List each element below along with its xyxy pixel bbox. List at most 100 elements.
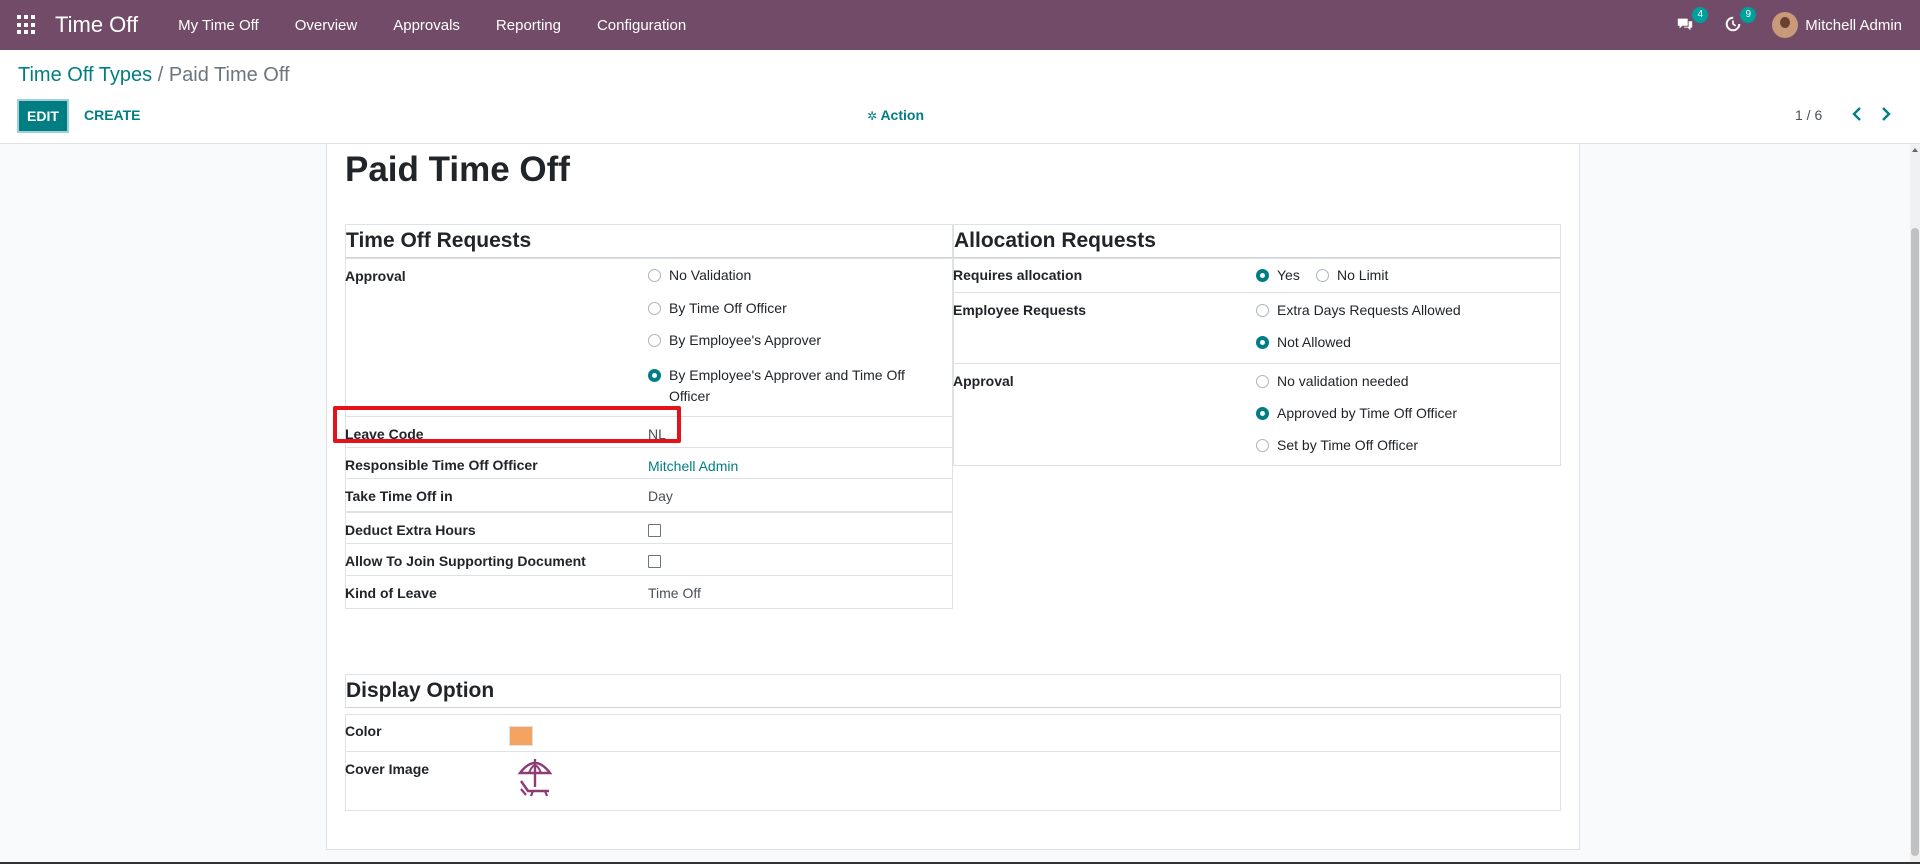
top-navbar: Time Off My Time Off Overview Approvals … (0, 0, 1920, 50)
employee-option-extra-days[interactable]: Extra Days Requests Allowed (1256, 302, 1461, 318)
allocation-option-no-validation[interactable]: No validation needed (1256, 373, 1409, 389)
form-sheet: Paid Time Off Time Off Requests Approval… (326, 144, 1580, 850)
kind-row: Kind of Leave Time Off (345, 575, 953, 609)
radio-icon (1256, 304, 1269, 317)
radio-label: Set by Time Off Officer (1277, 437, 1419, 453)
allow-doc-checkbox[interactable] (648, 555, 661, 568)
radio-label: Approved by Time Off Officer (1277, 405, 1458, 421)
deduct-row: Deduct Extra Hours (345, 511, 953, 543)
display-option-group: Display Option Color Cover Image (345, 674, 1561, 811)
approval-option-employee-approver[interactable]: By Employee's Approver (648, 332, 821, 348)
employee-requests-row: Employee Requests Extra Days Requests Al… (953, 292, 1561, 363)
menu-configuration[interactable]: Configuration (579, 17, 704, 34)
deduct-label: Deduct Extra Hours (345, 522, 476, 538)
kind-label: Kind of Leave (345, 585, 437, 601)
messages-badge: 4 (1692, 7, 1709, 23)
allocation-approval-row: Approval No validation needed Approved b… (953, 363, 1561, 466)
allocation-option-approved-officer[interactable]: Approved by Time Off Officer (1256, 405, 1457, 421)
take-in-row: Take Time Off in Day (345, 478, 953, 509)
radio-icon (648, 302, 661, 315)
kind-value[interactable]: Time Off (648, 585, 701, 601)
radio-label: Extra Days Requests Allowed (1277, 302, 1461, 318)
pager-value[interactable]: 1 / 6 (1795, 107, 1822, 123)
radio-icon (648, 269, 661, 282)
requires-allocation-label: Requires allocation (953, 267, 1083, 283)
responsible-label: Responsible Time Off Officer (345, 457, 538, 473)
record-title[interactable]: Paid Time Off (345, 150, 570, 190)
radio-label: No Validation (669, 267, 752, 283)
radio-label: No validation needed (1277, 373, 1409, 389)
display-option-title: Display Option (345, 674, 1561, 708)
gear-icon: ✲ (867, 109, 878, 123)
menu-overview[interactable]: Overview (277, 17, 376, 34)
messages-icon[interactable]: 4 (1676, 7, 1709, 35)
cover-image-label: Cover Image (345, 761, 430, 777)
breadcrumb-parent[interactable]: Time Off Types (18, 64, 152, 86)
action-label: Action (880, 107, 924, 123)
radio-label: Yes (1277, 267, 1300, 283)
create-button[interactable]: CREATE (84, 107, 141, 123)
edit-button[interactable]: EDIT (17, 99, 69, 133)
radio-selected-icon (1256, 269, 1269, 282)
time-off-requests-title: Time Off Requests (345, 224, 953, 258)
approval-option-time-off-officer[interactable]: By Time Off Officer (648, 300, 787, 316)
scroll-up-icon[interactable] (1912, 148, 1918, 152)
approval-row: Approval No Validation By Time Off Offic… (345, 258, 953, 416)
activities-icon[interactable]: 9 (1724, 7, 1757, 35)
app-name[interactable]: Time Off (55, 12, 138, 38)
color-row: Color (345, 714, 1561, 751)
radio-label: By Employee's Approver and Time Off Offi… (669, 367, 905, 404)
activities-badge: 9 (1740, 7, 1757, 23)
allow-doc-row: Allow To Join Supporting Document (345, 543, 953, 575)
radio-label: Not Allowed (1277, 334, 1351, 350)
breadcrumb-current: Paid Time Off (168, 64, 290, 86)
menu-reporting[interactable]: Reporting (478, 17, 579, 34)
responsible-row: Responsible Time Off Officer Mitchell Ad… (345, 447, 953, 478)
pager-next-icon[interactable] (1878, 105, 1894, 123)
requires-option-yes[interactable]: Yes (1256, 267, 1300, 283)
radio-label: No Limit (1337, 267, 1389, 283)
cover-image-row: Cover Image (345, 751, 1561, 811)
allocation-requests-title: Allocation Requests (953, 224, 1561, 258)
take-in-label: Take Time Off in (345, 488, 453, 504)
requires-option-no-limit[interactable]: No Limit (1316, 267, 1388, 283)
take-in-value[interactable]: Day (648, 488, 673, 504)
radio-label: By Employee's Approver (669, 332, 822, 348)
allow-doc-label: Allow To Join Supporting Document (345, 553, 586, 569)
deduct-checkbox[interactable] (648, 524, 661, 537)
leave-code-highlight (333, 406, 681, 443)
user-menu[interactable]: Mitchell Admin (1772, 12, 1902, 38)
avatar (1772, 12, 1799, 38)
requires-allocation-row: Requires allocation Yes No Limit (953, 258, 1561, 292)
apps-menu-icon[interactable] (17, 15, 37, 35)
pager-previous-icon[interactable] (1849, 105, 1865, 123)
radio-icon (1256, 439, 1269, 452)
employee-requests-label: Employee Requests (953, 302, 1087, 318)
menu-my-time-off[interactable]: My Time Off (160, 17, 277, 34)
approval-label: Approval (345, 268, 406, 284)
color-label: Color (345, 723, 382, 739)
scrollbar-thumb[interactable] (1911, 228, 1919, 856)
breadcrumb-separator: / (157, 64, 164, 86)
radio-icon (648, 334, 661, 347)
color-swatch[interactable] (509, 726, 533, 746)
beach-umbrella-icon[interactable] (517, 756, 553, 798)
approval-option-both[interactable]: By Employee's Approver and Time Off Offi… (648, 365, 908, 407)
menu-approvals[interactable]: Approvals (375, 17, 478, 34)
radio-icon (1256, 375, 1269, 388)
employee-option-not-allowed[interactable]: Not Allowed (1256, 334, 1351, 350)
action-dropdown[interactable]: ✲ Action (867, 107, 924, 123)
allocation-requests-group: Allocation Requests Requires allocation … (953, 224, 1561, 466)
radio-label: By Time Off Officer (669, 300, 787, 316)
control-panel: Time Off Types / Paid Time Off EDIT CREA… (0, 50, 1920, 144)
radio-selected-icon (1256, 407, 1269, 420)
allocation-approval-label: Approval (953, 373, 1014, 389)
allocation-option-set-officer[interactable]: Set by Time Off Officer (1256, 437, 1418, 453)
approval-option-no-validation[interactable]: No Validation (648, 267, 751, 283)
radio-selected-icon (1256, 336, 1269, 349)
breadcrumb: Time Off Types / Paid Time Off (18, 64, 290, 87)
user-name: Mitchell Admin (1805, 16, 1902, 34)
radio-selected-icon (648, 369, 661, 382)
responsible-value[interactable]: Mitchell Admin (648, 458, 738, 474)
radio-icon (1316, 269, 1329, 282)
